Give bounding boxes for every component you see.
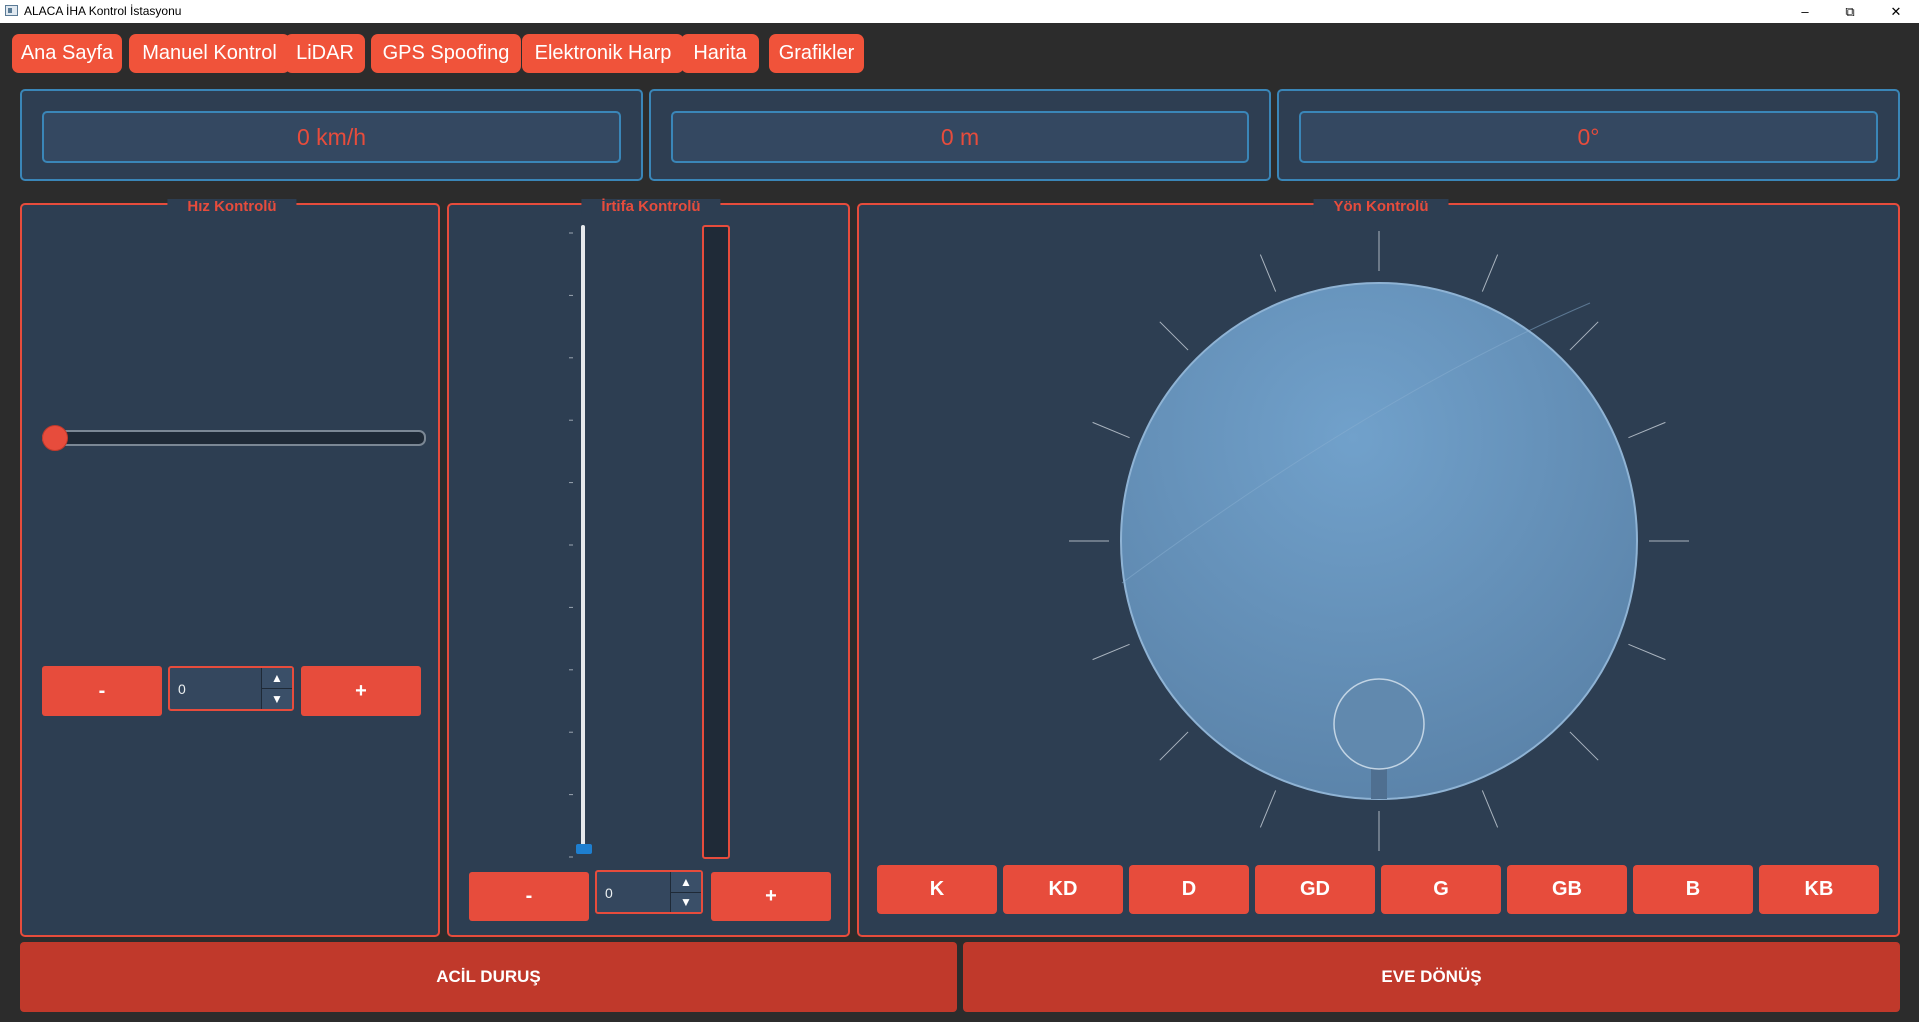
app-window-icon: [5, 5, 18, 16]
heading-control-title: Yön Kontrolü: [1313, 199, 1449, 215]
altitude-decrease-button[interactable]: -: [469, 872, 589, 921]
minimize-button[interactable]: –: [1782, 0, 1828, 23]
dial-tick: [1259, 790, 1277, 828]
dial-tick: [1628, 421, 1666, 439]
speed-readout-panel: 0 km/h: [20, 89, 643, 181]
speed-increase-button[interactable]: +: [301, 666, 421, 716]
dial-tick: [1259, 254, 1277, 292]
maximize-icon: ⧉: [1845, 3, 1855, 19]
emergency-stop-button[interactable]: ACİL DURUŞ: [20, 942, 957, 1012]
close-button[interactable]: ✕: [1873, 0, 1919, 23]
speed-decrease-button[interactable]: -: [42, 666, 162, 716]
direction-button-gd[interactable]: GD: [1255, 865, 1375, 914]
altitude-spinbox-value: 0: [605, 885, 613, 901]
altitude-spin-down-icon[interactable]: ▼: [671, 891, 701, 912]
dial-tick: [1092, 421, 1130, 439]
dial-tick: [1159, 731, 1189, 761]
speed-spin-down-icon[interactable]: ▼: [262, 688, 292, 709]
dial-tick: [1092, 643, 1130, 661]
dial-tick: [1481, 254, 1499, 292]
tab-lidar[interactable]: LiDAR: [285, 34, 365, 73]
altitude-readout-panel: 0 m: [649, 89, 1271, 181]
maximize-button[interactable]: ⧉: [1827, 0, 1873, 23]
speed-spin-up-icon[interactable]: ▲: [262, 668, 292, 688]
direction-button-kb[interactable]: KB: [1759, 865, 1879, 914]
altitude-slider-track[interactable]: [581, 225, 585, 853]
window-title-bar: ALACA İHA Kontrol İstasyonu – ⧉ ✕: [0, 0, 1919, 23]
speed-slider-track[interactable]: [42, 430, 426, 446]
tab-grafikler[interactable]: Grafikler: [769, 34, 864, 73]
return-home-button[interactable]: EVE DÖNÜŞ: [963, 942, 1900, 1012]
dial-tick: [1569, 321, 1599, 351]
close-icon: ✕: [1890, 3, 1902, 19]
tab-gps-spoofing[interactable]: GPS Spoofing: [371, 34, 521, 73]
altitude-level-bar: [702, 225, 730, 859]
heading-dial[interactable]: [1050, 223, 1710, 863]
altitude-slider-handle[interactable]: [576, 844, 592, 854]
direction-button-g[interactable]: G: [1381, 865, 1501, 914]
heading-dial-knob: [1333, 678, 1425, 770]
speed-spinbox[interactable]: 0 ▲ ▼: [168, 666, 294, 711]
heading-readout: 0°: [1299, 111, 1878, 163]
dial-tick: [1159, 321, 1189, 351]
tab-manuel-kontrol[interactable]: Manuel Kontrol: [129, 34, 290, 73]
speed-control-title: Hız Kontrolü: [167, 199, 297, 215]
altitude-readout: 0 m: [671, 111, 1249, 163]
tab-elektronik-harp[interactable]: Elektronik Harp: [522, 34, 684, 73]
tab-ana-sayfa[interactable]: Ana Sayfa: [12, 34, 122, 73]
direction-button-gb[interactable]: GB: [1507, 865, 1627, 914]
minimize-icon: –: [1801, 4, 1809, 19]
window-title: ALACA İHA Kontrol İstasyonu: [24, 4, 182, 18]
altitude-spin-up-icon[interactable]: ▲: [671, 872, 701, 892]
dial-tick: [1628, 643, 1666, 661]
altitude-increase-button[interactable]: +: [711, 872, 831, 921]
altitude-control-title: İrtifa Kontrolü: [581, 199, 721, 215]
direction-button-d[interactable]: D: [1129, 865, 1249, 914]
altitude-control-group: İrtifa Kontrolü - 0 ▲ ▼ +: [447, 199, 850, 937]
direction-button-b[interactable]: B: [1633, 865, 1753, 914]
direction-button-kd[interactable]: KD: [1003, 865, 1123, 914]
altitude-spinbox[interactable]: 0 ▲ ▼: [595, 870, 703, 914]
speed-readout: 0 km/h: [42, 111, 621, 163]
tab-harita[interactable]: Harita: [681, 34, 759, 73]
dial-tick: [1569, 731, 1599, 761]
heading-dial-pointer: [1371, 768, 1387, 799]
speed-control-group: Hız Kontrolü - 0 ▲ ▼ +: [20, 199, 440, 937]
direction-button-k[interactable]: K: [877, 865, 997, 914]
speed-spinbox-value: 0: [178, 681, 186, 697]
dial-tick: [1481, 790, 1499, 828]
heading-readout-panel: 0°: [1277, 89, 1900, 181]
speed-slider-handle[interactable]: [42, 425, 68, 451]
